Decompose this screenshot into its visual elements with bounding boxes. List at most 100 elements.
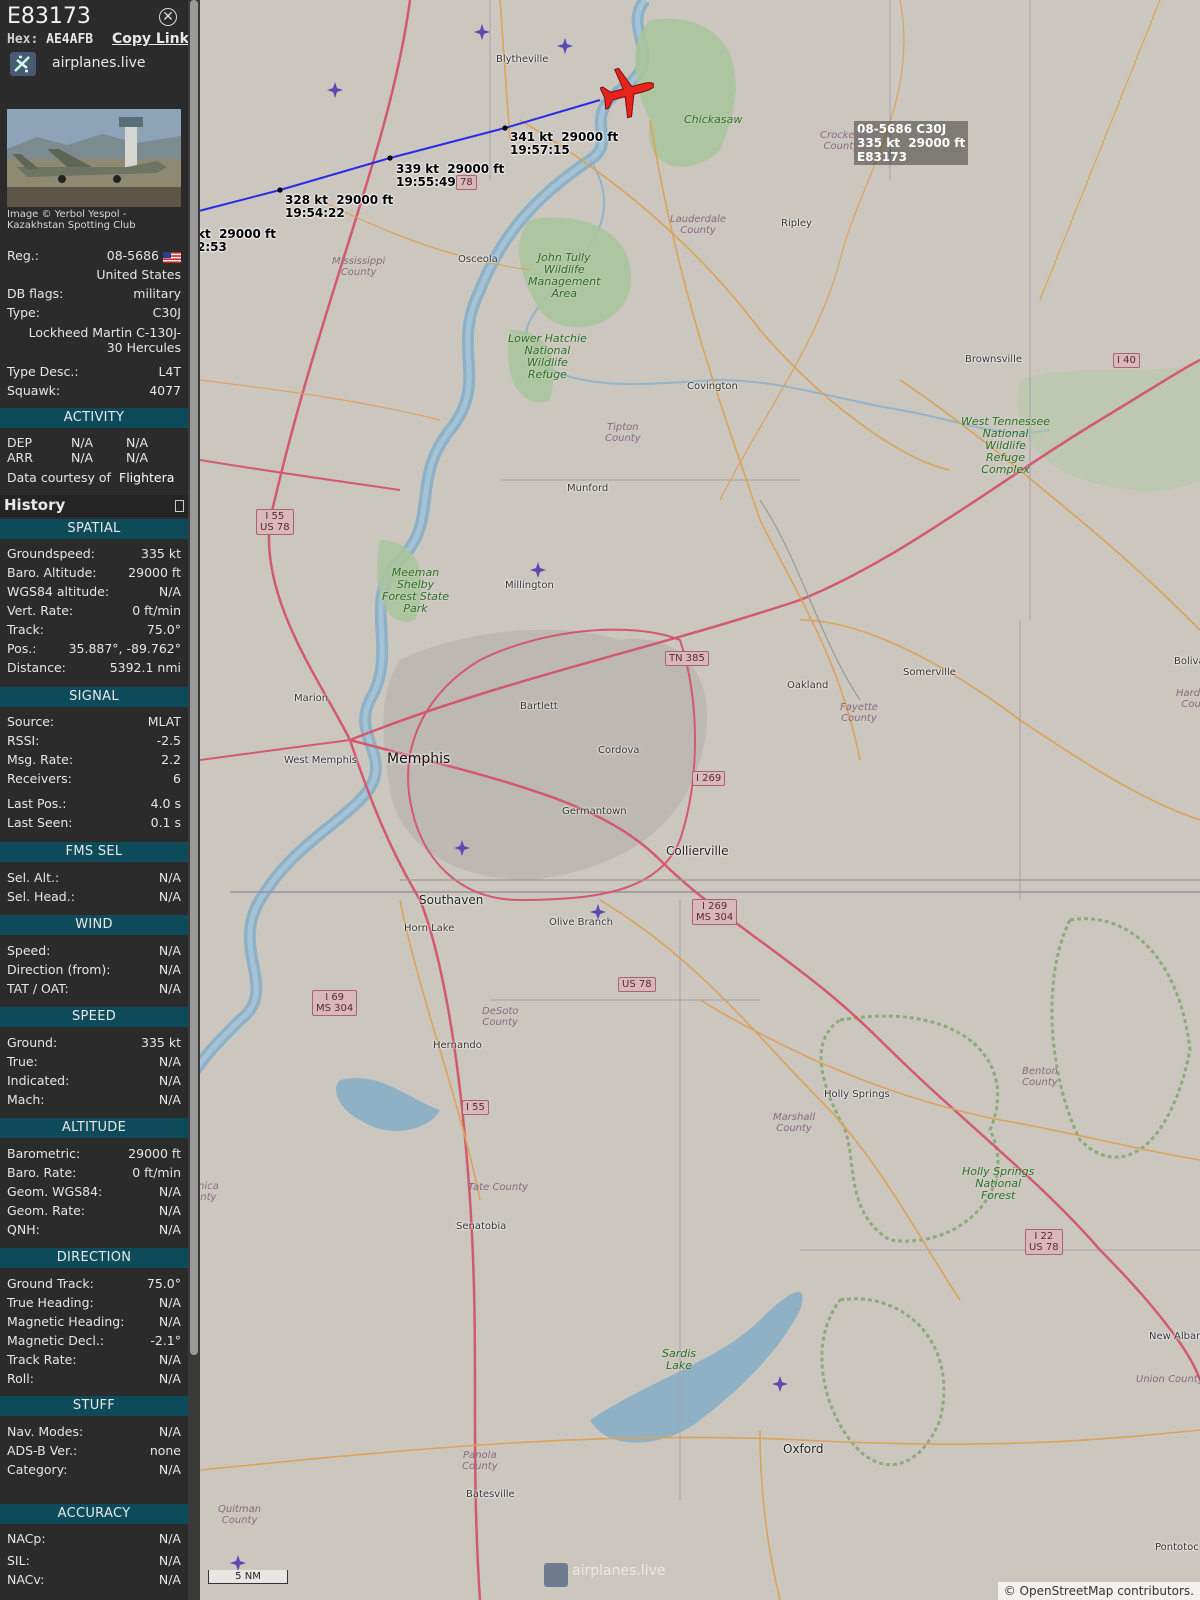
city-label: Covington [687,381,738,392]
county-label: Tate County [468,1182,529,1193]
city-label: Memphis [387,751,451,767]
direction-row-label: Magnetic Heading: [7,1314,125,1329]
airplanes-live-logo-icon [10,52,36,76]
highway-shield: I 55 [462,1100,489,1115]
track-point[interactable] [277,187,283,193]
track-point[interactable] [387,155,393,161]
signal-row-value: MLAT [147,714,181,729]
detail-row-type-full: Lockheed Martin C-130J-30 Hercules [7,325,181,357]
altitude-row-label: Barometric: [7,1146,81,1161]
aircraft-label: 08-5686 C30J 335 kt 29000 ft E83173 [854,121,969,165]
county-label: Marshall County [773,1112,816,1134]
stuff-row-label: Nav. Modes: [7,1424,84,1439]
speed-row-value: 335 kt [141,1035,181,1050]
arr-label: ARR [7,450,33,465]
accuracy-row-label: NACp: [7,1531,46,1546]
city-label: Cordova [598,745,640,756]
section-stuff: STUFF [0,1396,188,1416]
detail-row-dbflags: DB flags: military [7,286,181,304]
highway-shield: 78 [456,175,477,190]
section-fms-sel: FMS SEL [0,842,188,862]
fms-row-label: Sel. Head.: [7,889,75,904]
spatial-row: Vert. Rate: 0 ft/min [7,603,181,621]
speed-row-label: Ground: [7,1035,58,1050]
city-label: Oxford [783,1442,824,1456]
altitude-row-label: Geom. Rate: [7,1203,86,1218]
signal-row: Receivers: 6 [7,771,181,789]
detail-row-squawk: Squawk: 4077 [7,383,181,401]
accuracy-row-value: N/A [158,1531,181,1546]
wind-row-value: N/A [158,981,181,996]
track-label: 328 kt 29000 ft 19:54:22 [285,193,394,220]
arr-value-2: N/A [126,450,149,465]
city-label: Ripley [781,218,812,229]
highway-shield: TN 385 [665,651,709,666]
fms-row: Sel. Head.: N/A [7,889,181,907]
spatial-row-value: 35.887°, -89.762° [68,641,181,656]
typedesc-label: Type Desc.: [7,364,79,379]
city-label: Hernando [433,1040,482,1051]
section-accuracy: ACCURACY [0,1504,188,1524]
fms-row-value: N/A [158,889,181,904]
track-label: 339 kt 29000 ft 19:55:49 [396,162,505,189]
signal-row: Last Pos.: 4.0 s [7,796,181,814]
park-label: John Tully Wildlife Management Area [528,251,601,300]
callsign-title: E83173 [7,4,91,29]
city-label: Blytheville [496,54,549,65]
country-value: United States [96,267,181,282]
wind-row-value: N/A [158,943,181,958]
map-attribution[interactable]: © OpenStreetMap contributors. [997,1582,1200,1600]
dep-value-1: N/A [71,435,94,450]
aircraft-photo[interactable] [7,109,181,207]
speed-row-label: Mach: [7,1092,45,1107]
city-label: Batesville [466,1489,515,1500]
stuff-row: ADS-B Ver.: none [7,1443,181,1461]
copy-link-button[interactable]: Copy Link [112,31,188,47]
stuff-row-label: Category: [7,1462,68,1477]
park-label: Lower Hatchie National Wildlife Refuge [508,332,587,381]
wind-row-value: N/A [158,962,181,977]
spatial-row-label: Pos.: [7,641,37,656]
city-label: New Albany [1149,1331,1200,1342]
highway-shield: I 22 US 78 [1025,1229,1063,1255]
city-label: Boliva [1174,656,1200,667]
speed-row: Indicated: N/A [7,1073,181,1091]
accuracy-row-label: NACv: [7,1572,45,1587]
spatial-row: Distance: 5392.1 nmi [7,660,181,678]
flightera-link[interactable]: Flightera [119,470,174,485]
direction-row-value: -2.1° [150,1333,181,1348]
altitude-row: Baro. Rate: 0 ft/min [7,1165,181,1183]
city-label: Munford [567,483,609,494]
county-label: Union County [1136,1374,1200,1385]
spatial-row-value: 335 kt [141,546,181,561]
aircraft-marker-icon[interactable] [599,62,655,122]
city-label: Holly Springs [824,1089,890,1100]
signal-row-label: Last Seen: [7,815,73,830]
city-label: Marion [294,693,329,704]
highway-shield: I 40 [1113,353,1140,368]
city-label: Osceola [458,254,498,265]
highway-shield: US 78 [618,977,656,992]
stuff-row-value: N/A [158,1462,181,1477]
close-icon[interactable]: ✕ [159,8,177,26]
dep-value-2: N/A [126,435,149,450]
stuff-row: Nav. Modes: N/A [7,1424,181,1442]
sidebar-scrollbar-thumb[interactable] [190,0,198,1355]
map-view[interactable]: kt 29000 ft 2:53 328 kt 29000 ft 19:54:2… [200,0,1200,1600]
history-header[interactable]: History [0,495,188,517]
county-label: Fayette County [840,702,878,724]
brand-link[interactable]: airplanes.live [10,52,180,76]
direction-row: True Heading: N/A [7,1295,181,1313]
signal-row-value: -2.5 [156,733,181,748]
spatial-row: WGS84 altitude: N/A [7,584,181,602]
map-canvas [200,0,1200,1600]
wind-row: Speed: N/A [7,943,181,961]
history-toggle-icon[interactable] [175,500,184,512]
type-label: Type: [7,305,40,320]
park-label: Chickasaw [684,113,743,126]
watermark-text: airplanes.live [572,1563,666,1579]
track-point[interactable] [502,125,508,131]
county-label: Mississippi County [332,256,386,278]
signal-row: RSSI: -2.5 [7,733,181,751]
city-label: Germantown [562,806,627,817]
